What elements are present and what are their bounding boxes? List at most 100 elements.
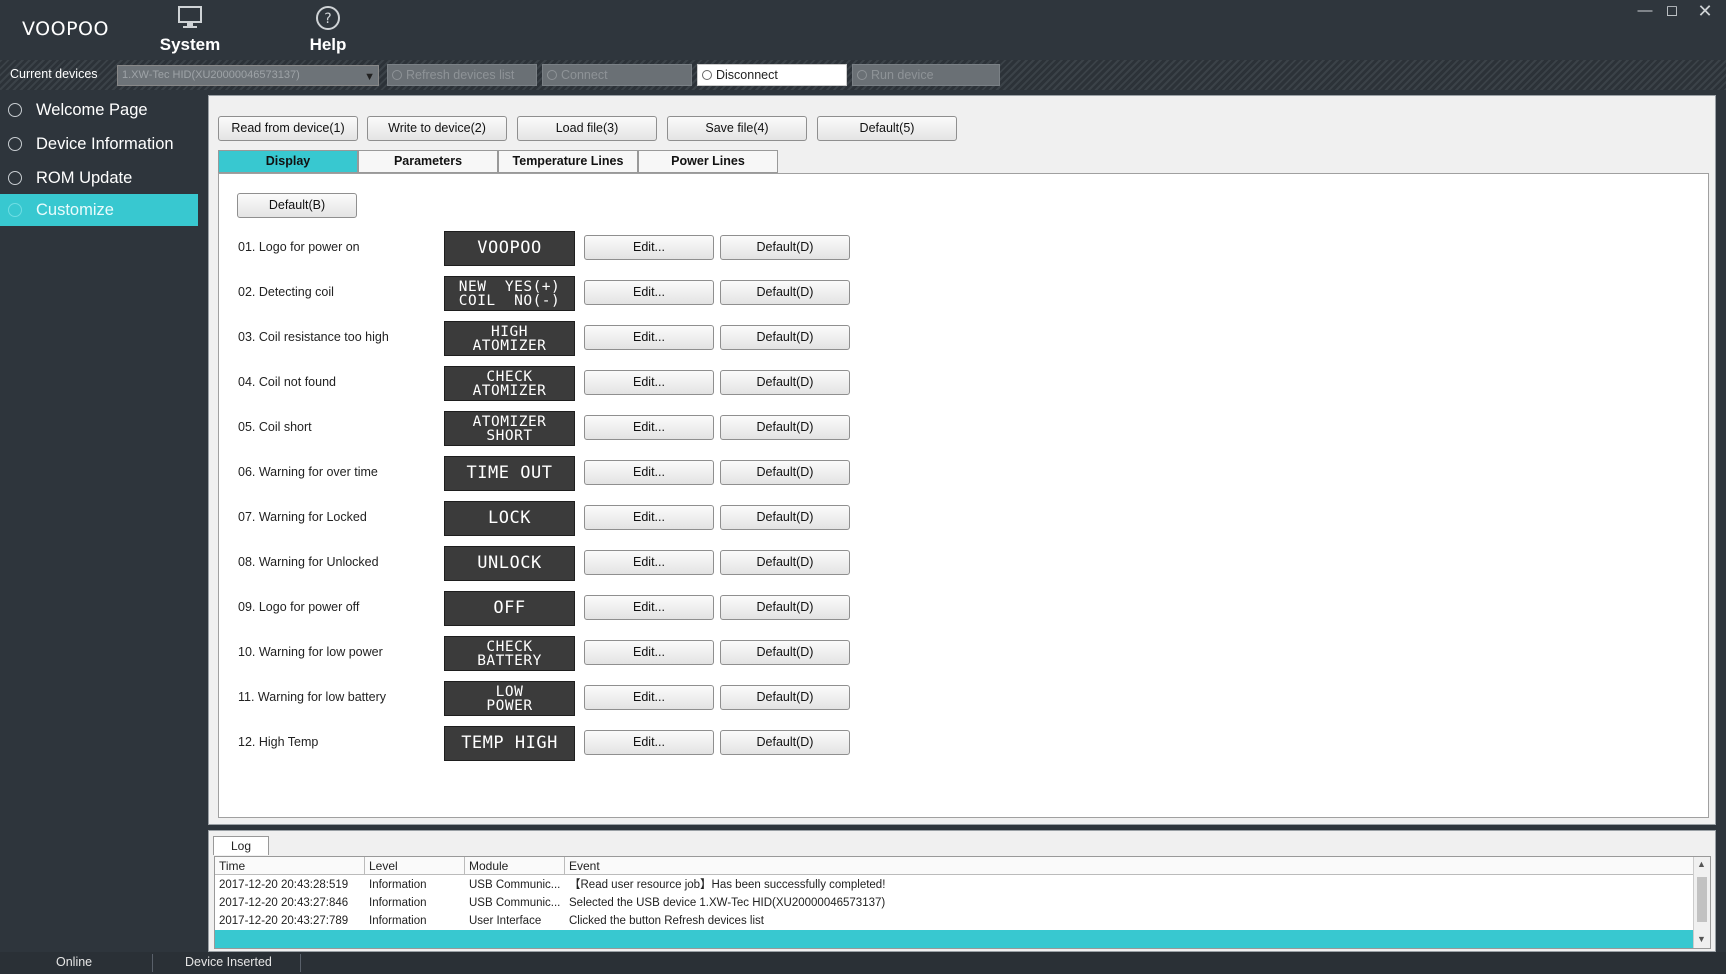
status-online: Online bbox=[56, 955, 93, 969]
status-divider bbox=[300, 954, 301, 972]
display-item-label: 09. Logo for power off bbox=[238, 600, 360, 614]
gear-icon bbox=[8, 137, 22, 151]
edit-button[interactable]: Edit... bbox=[584, 235, 714, 260]
sidebar-item-rom-update[interactable]: ROM Update bbox=[0, 162, 198, 194]
display-item-label: 11. Warning for low battery bbox=[238, 690, 386, 704]
default-d-button[interactable]: Default(D) bbox=[720, 685, 850, 710]
edit-button[interactable]: Edit... bbox=[584, 370, 714, 395]
default-d-button[interactable]: Default(D) bbox=[720, 550, 850, 575]
app-logo: VOOPOO bbox=[22, 18, 109, 40]
sidebar-item-welcome[interactable]: Welcome Page bbox=[0, 94, 198, 126]
default-d-button[interactable]: Default(D) bbox=[720, 640, 850, 665]
screen-preview-line: CHECK bbox=[486, 638, 533, 655]
log-scrollbar[interactable]: ▲ ▼ bbox=[1693, 857, 1710, 948]
log-col-module[interactable]: Module bbox=[465, 857, 565, 875]
maximize-icon[interactable]: ◻ bbox=[1657, 0, 1687, 22]
default-d-button[interactable]: Default(D) bbox=[720, 415, 850, 440]
edit-button[interactable]: Edit... bbox=[584, 640, 714, 665]
edit-button[interactable]: Edit... bbox=[584, 505, 714, 530]
title-bar: VOOPOO System ? Help — ◻ ✕ bbox=[0, 0, 1726, 60]
screen-preview-line: BATTERY bbox=[477, 652, 542, 669]
log-cell-time: 2017-12-20 20:43:27:846 bbox=[219, 897, 349, 909]
customize-icon bbox=[8, 203, 22, 217]
screen-preview-line: HIGH bbox=[491, 323, 528, 340]
run-device-label: Run device bbox=[871, 68, 934, 82]
display-item-row: 05. Coil short ATOMIZER SHORT Edit... Defaul… bbox=[219, 410, 919, 446]
load-file-button[interactable]: Load file(3) bbox=[517, 116, 657, 141]
sidebar-item-device-information[interactable]: Device Information bbox=[0, 128, 198, 160]
edit-button[interactable]: Edit... bbox=[584, 685, 714, 710]
default-all-button[interactable]: Default(5) bbox=[817, 116, 957, 141]
scroll-thumb[interactable] bbox=[1697, 877, 1707, 922]
edit-button[interactable]: Edit... bbox=[584, 280, 714, 305]
minimize-icon[interactable]: — bbox=[1630, 0, 1660, 22]
refresh-devices-button[interactable]: Refresh devices list bbox=[387, 64, 537, 86]
log-col-level[interactable]: Level bbox=[365, 857, 465, 875]
update-icon bbox=[8, 171, 22, 185]
screen-preview-line: COIL NO(-) bbox=[458, 292, 561, 309]
disconnect-button[interactable]: Disconnect bbox=[697, 64, 847, 86]
log-cell-module: User Interface bbox=[469, 915, 542, 927]
tab-temperature-lines[interactable]: Temperature Lines bbox=[498, 150, 638, 173]
edit-button[interactable]: Edit... bbox=[584, 460, 714, 485]
menu-help[interactable]: ? Help bbox=[283, 5, 373, 59]
write-to-device-button[interactable]: Write to device(2) bbox=[367, 116, 507, 141]
edit-button[interactable]: Edit... bbox=[584, 595, 714, 620]
tab-parameters[interactable]: Parameters bbox=[358, 150, 498, 173]
log-row-selected[interactable] bbox=[215, 930, 1695, 948]
display-item-row: 04. Coil not found CHECK ATOMIZER Edit... De… bbox=[219, 365, 919, 401]
default-d-button[interactable]: Default(D) bbox=[720, 595, 850, 620]
sidebar-item-customize[interactable]: Customize bbox=[0, 194, 198, 226]
help-icon: ? bbox=[316, 6, 340, 30]
scroll-up-icon[interactable]: ▲ bbox=[1697, 859, 1707, 869]
scroll-down-icon[interactable]: ▼ bbox=[1697, 934, 1707, 944]
run-device-button[interactable]: Run device bbox=[852, 64, 1000, 86]
edit-button[interactable]: Edit... bbox=[584, 325, 714, 350]
log-cell-module: USB Communic... bbox=[469, 879, 561, 891]
log-cell-event: Clicked the button Refresh devices list bbox=[569, 915, 764, 927]
display-item-label: 05. Coil short bbox=[238, 420, 312, 434]
close-icon[interactable]: ✕ bbox=[1690, 0, 1720, 22]
save-file-button[interactable]: Save file(4) bbox=[667, 116, 807, 141]
default-d-button[interactable]: Default(D) bbox=[720, 370, 850, 395]
connect-icon bbox=[547, 70, 557, 80]
tab-display[interactable]: Display bbox=[218, 150, 358, 173]
default-d-button[interactable]: Default(D) bbox=[720, 280, 850, 305]
edit-button[interactable]: Edit... bbox=[584, 730, 714, 755]
default-d-button[interactable]: Default(D) bbox=[720, 460, 850, 485]
log-col-time[interactable]: Time bbox=[215, 857, 365, 875]
status-device: Device Inserted bbox=[185, 955, 272, 969]
edit-button[interactable]: Edit... bbox=[584, 550, 714, 575]
monitor-icon bbox=[178, 6, 202, 28]
display-item-label: 06. Warning for over time bbox=[238, 465, 378, 479]
chevron-down-icon[interactable]: ▼ bbox=[364, 68, 375, 85]
screen-preview-line: ATOMIZER bbox=[472, 413, 547, 430]
menu-system[interactable]: System bbox=[145, 5, 235, 59]
default-d-button[interactable]: Default(D) bbox=[720, 235, 850, 260]
screen-preview-line: POWER bbox=[486, 697, 533, 714]
screen-preview-line: SHORT bbox=[486, 427, 533, 444]
edit-button[interactable]: Edit... bbox=[584, 415, 714, 440]
status-bar: Online Device Inserted bbox=[0, 952, 1726, 974]
default-d-button[interactable]: Default(D) bbox=[720, 325, 850, 350]
refresh-icon bbox=[392, 70, 402, 80]
screen-preview: ATOMIZER SHORT bbox=[444, 411, 575, 446]
connect-button[interactable]: Connect bbox=[542, 64, 692, 86]
display-item-row: 06. Warning for over time TIME OUT Edit...… bbox=[219, 455, 919, 491]
svg-text:?: ? bbox=[324, 11, 331, 27]
default-d-button[interactable]: Default(D) bbox=[720, 505, 850, 530]
default-b-button[interactable]: Default(B) bbox=[237, 193, 357, 218]
default-d-button[interactable]: Default(D) bbox=[720, 730, 850, 755]
tab-log[interactable]: Log bbox=[213, 836, 269, 855]
screen-preview: LOW POWER bbox=[444, 681, 575, 716]
display-item-row: 08. Warning for Unlocked UNLOCK Edit... Def… bbox=[219, 545, 919, 581]
tab-power-lines[interactable]: Power Lines bbox=[638, 150, 778, 173]
display-item-row: 02. Detecting coil NEW YES(+) COIL NO(-) Ed… bbox=[219, 275, 919, 311]
log-col-event[interactable]: Event bbox=[565, 857, 1695, 875]
read-from-device-button[interactable]: Read from device(1) bbox=[218, 116, 358, 141]
device-select-value: 1.XW-Tec HID(XU20000046573137) bbox=[122, 69, 300, 81]
device-select[interactable]: 1.XW-Tec HID(XU20000046573137) ▼ bbox=[117, 65, 379, 86]
refresh-devices-label: Refresh devices list bbox=[406, 68, 515, 82]
display-item-label: 07. Warning for Locked bbox=[238, 510, 367, 524]
display-item-row: 03. Coil resistance too high HIGH ATOMIZER… bbox=[219, 320, 919, 356]
